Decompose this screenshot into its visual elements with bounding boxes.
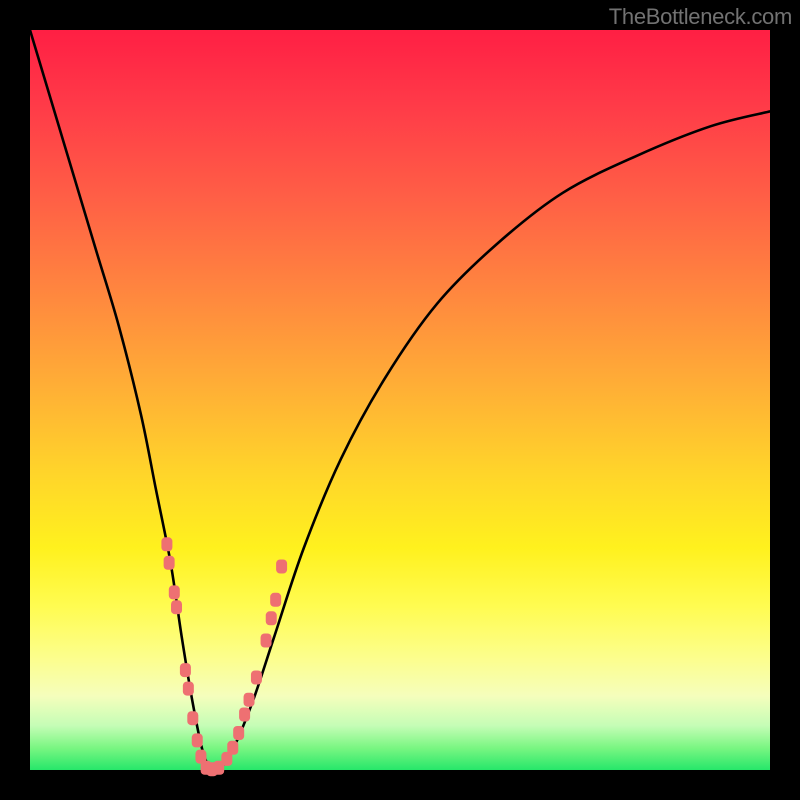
highlight-marker (169, 585, 180, 599)
highlight-marker (183, 682, 194, 696)
highlight-marker (261, 634, 272, 648)
highlight-marker (187, 711, 198, 725)
highlight-marker (266, 611, 277, 625)
highlight-marker (227, 741, 238, 755)
highlight-marker (192, 733, 203, 747)
highlight-marker (180, 663, 191, 677)
curve-layer (30, 30, 770, 770)
highlight-marker (161, 537, 172, 551)
highlight-marker (239, 708, 250, 722)
highlight-marker (244, 693, 255, 707)
highlight-marker (251, 671, 262, 685)
highlight-marker (233, 726, 244, 740)
bottleneck-curve (30, 30, 770, 770)
watermark-text: TheBottleneck.com (609, 4, 792, 30)
highlight-marker (276, 560, 287, 574)
plot-area (30, 30, 770, 770)
chart-svg (30, 30, 770, 770)
highlight-marker (213, 761, 224, 775)
highlight-marker (171, 600, 182, 614)
chart-frame: TheBottleneck.com (0, 0, 800, 800)
highlight-marker (270, 593, 281, 607)
highlight-marker (164, 556, 175, 570)
